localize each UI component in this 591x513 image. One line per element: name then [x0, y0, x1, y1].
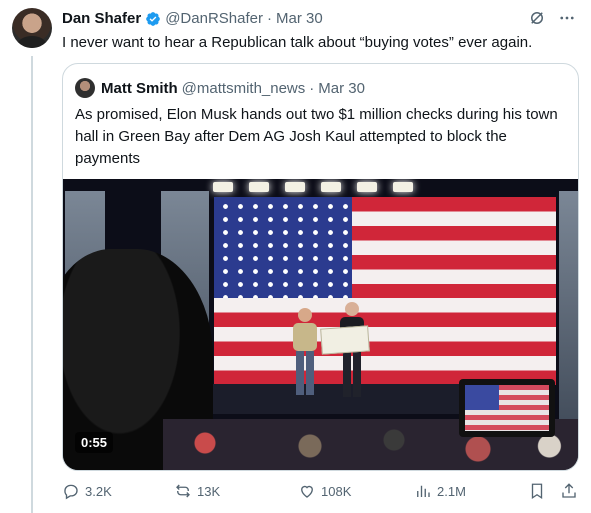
- action-bar: 3.2K 13K 108K 2.1M: [62, 482, 580, 504]
- heart-icon: [301, 485, 313, 498]
- view-count: 2.1M: [437, 483, 466, 499]
- grok-icon[interactable]: [527, 8, 547, 28]
- repost-count: 13K: [197, 483, 221, 499]
- person-left-figure: [293, 308, 317, 395]
- repost-button[interactable]: 13K: [174, 482, 220, 500]
- thread-line: [31, 56, 33, 513]
- like-button[interactable]: 108K: [298, 482, 351, 500]
- reply-icon: [64, 484, 78, 500]
- bookmark-button[interactable]: [528, 482, 546, 500]
- reply-count: 3.2K: [85, 483, 112, 499]
- more-options-icon[interactable]: [557, 8, 577, 28]
- flag-canton: [214, 197, 352, 298]
- reply-button[interactable]: 3.2K: [62, 482, 112, 500]
- camera-monitor: [459, 379, 555, 437]
- quoted-author-handle: @mattsmith_news: [181, 79, 306, 97]
- quoted-separator: ·: [309, 79, 315, 97]
- views-button[interactable]: 2.1M: [414, 482, 466, 500]
- quoted-text: As promised, Elon Musk hands out two $1 …: [75, 106, 558, 167]
- video-player[interactable]: 0:55: [63, 179, 578, 470]
- quoted-author-name: Matt Smith: [101, 79, 178, 97]
- tweet-header: Dan Shafer @DanRShafer · Mar 30: [62, 10, 323, 27]
- tweet-date[interactable]: Mar 30: [276, 10, 323, 27]
- header-actions: [527, 8, 577, 28]
- stage-lights: [213, 182, 413, 192]
- share-icon: [562, 483, 576, 498]
- author-handle[interactable]: @DanRShafer: [165, 10, 263, 27]
- share-button[interactable]: [560, 482, 578, 500]
- giant-check: [320, 325, 370, 355]
- verified-badge-icon: [145, 11, 161, 27]
- quoted-author-avatar: [75, 78, 95, 98]
- repost-icon: [176, 484, 190, 498]
- tweet-text: I never want to hear a Republican talk a…: [62, 34, 533, 51]
- header-separator: ·: [266, 10, 272, 27]
- american-flag-screen: [214, 197, 556, 385]
- author-avatar[interactable]: [12, 8, 52, 48]
- video-duration: 0:55: [75, 432, 114, 453]
- bookmark-icon: [531, 483, 543, 500]
- quoted-header: Matt Smith @mattsmith_news · Mar 30: [75, 78, 365, 98]
- like-count: 108K: [321, 483, 352, 499]
- author-name[interactable]: Dan Shafer: [62, 10, 141, 27]
- analytics-icon: [417, 485, 430, 497]
- quoted-tweet[interactable]: Matt Smith @mattsmith_news · Mar 30 As p…: [62, 63, 579, 471]
- quoted-date: Mar 30: [318, 79, 365, 97]
